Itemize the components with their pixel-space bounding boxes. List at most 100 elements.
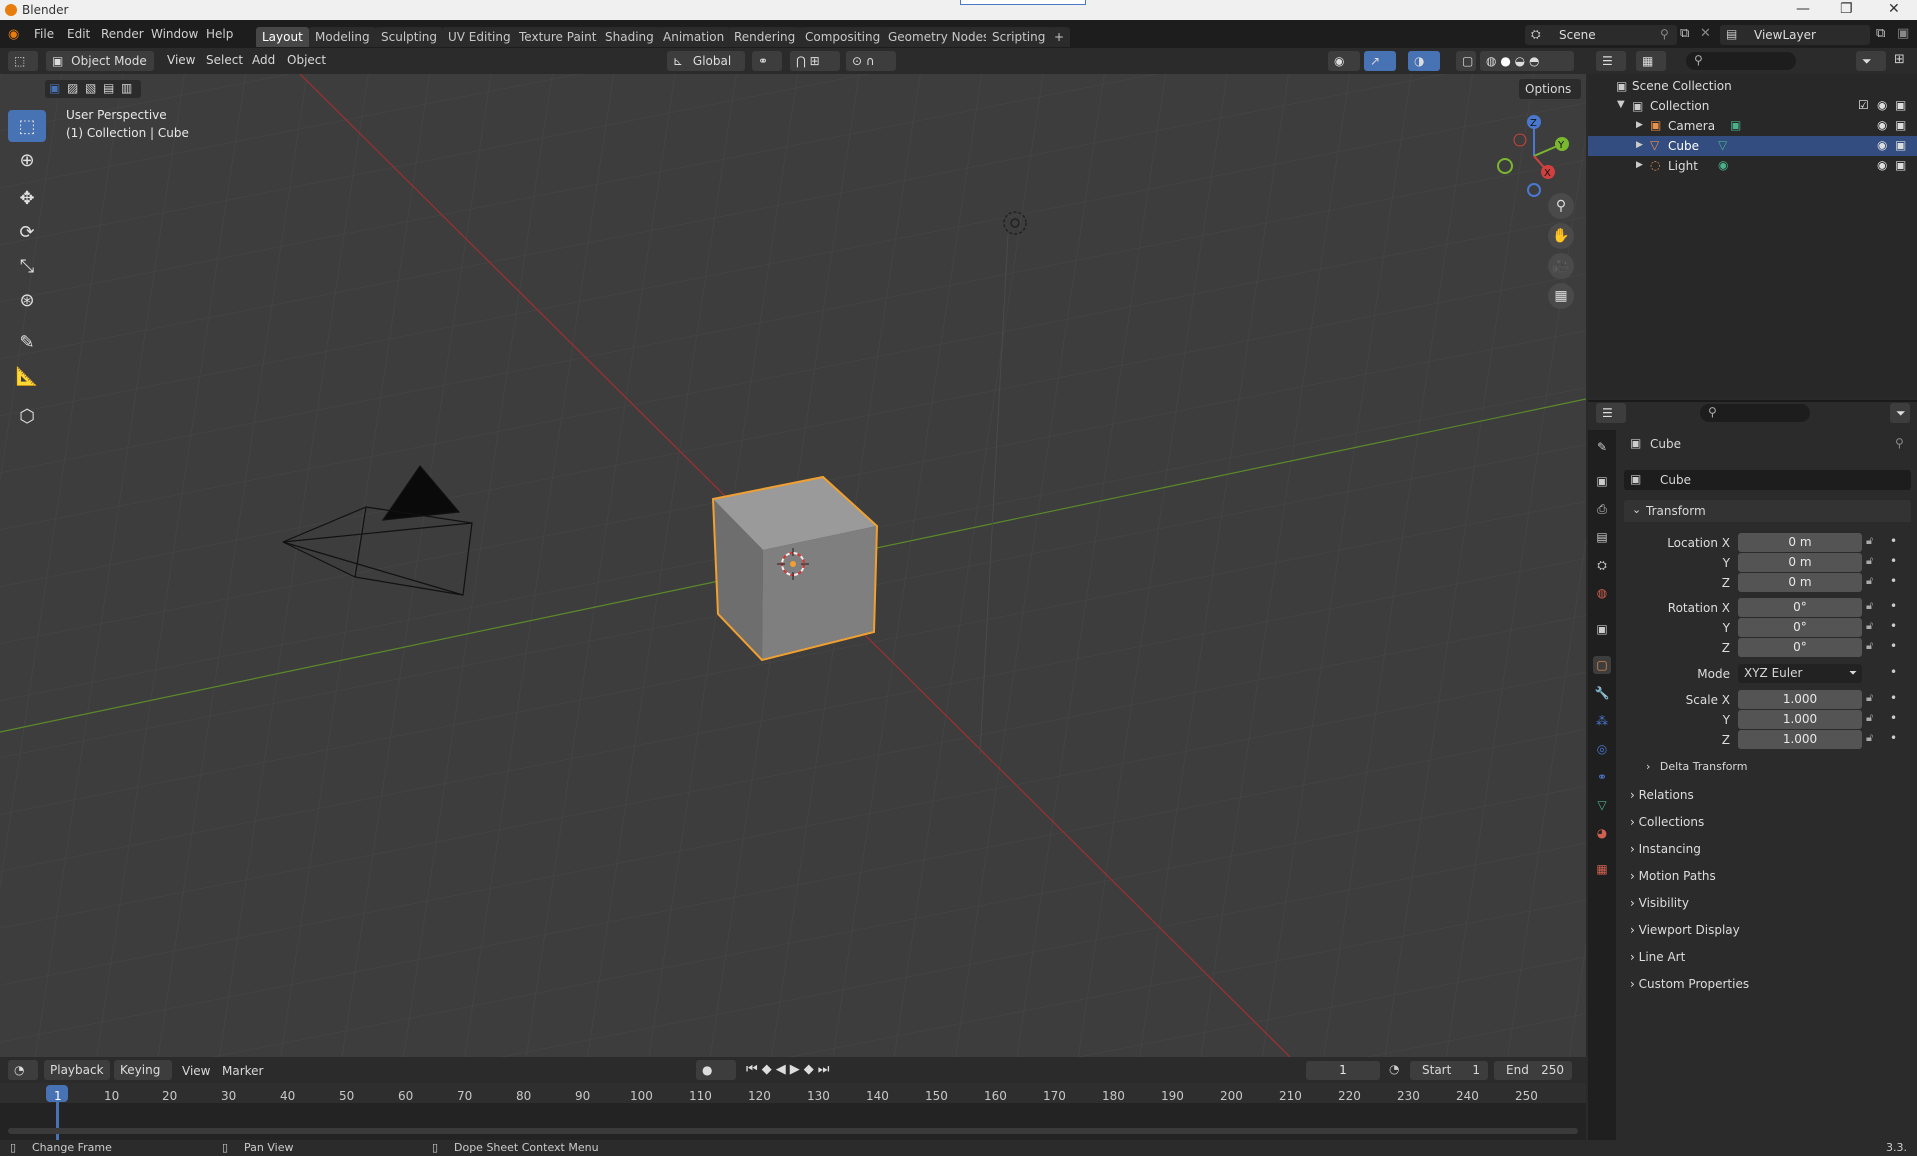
- rotate-tool[interactable]: ⟳: [8, 216, 46, 248]
- select-new-icon[interactable]: ▣: [49, 81, 60, 95]
- close-window-button[interactable]: ✕: [1888, 1, 1900, 17]
- expand-arrow-icon[interactable]: ▶: [1636, 160, 1643, 170]
- delta-transform-subpanel[interactable]: › Delta Transform: [1646, 760, 1747, 773]
- measure-tool[interactable]: 📐: [8, 360, 46, 392]
- keyframe-dot-icon[interactable]: •: [1890, 711, 1897, 725]
- tab-rendering[interactable]: Rendering: [728, 27, 802, 47]
- menu-window[interactable]: Window: [151, 27, 198, 41]
- eye-icon[interactable]: ◉: [1877, 98, 1887, 112]
- wireframe-shading-icon[interactable]: ◍: [1486, 54, 1496, 68]
- eye-icon[interactable]: ◉: [1877, 158, 1887, 172]
- scale-x-field[interactable]: 1.000: [1738, 690, 1862, 709]
- rotation-y-field[interactable]: 0°: [1738, 618, 1862, 637]
- location-x-field[interactable]: 0 m: [1738, 533, 1862, 552]
- options-button[interactable]: Options: [1519, 79, 1581, 99]
- cube-object[interactable]: [711, 475, 879, 662]
- mesh-data-icon[interactable]: ▽: [1718, 138, 1727, 152]
- tab-sculpting[interactable]: Sculpting: [375, 27, 444, 47]
- delete-view-layer-icon[interactable]: ▣: [1897, 26, 1909, 41]
- lock-rotation-x-icon[interactable]: 🔓︎: [1866, 599, 1873, 613]
- render-tab-icon[interactable]: ▣: [1593, 472, 1611, 490]
- eye-icon[interactable]: ◉: [1877, 138, 1887, 152]
- shading-buttons[interactable]: ◍ ● ◒ ◓: [1480, 51, 1574, 71]
- visibility-section[interactable]: › Visibility: [1630, 896, 1689, 910]
- current-frame-field[interactable]: 1: [1306, 1061, 1380, 1080]
- timeline-marker-menu[interactable]: Marker: [222, 1064, 263, 1078]
- xray-toggle[interactable]: ▢: [1456, 51, 1476, 71]
- camera-view-button[interactable]: 🎥: [1548, 253, 1574, 279]
- material-tab-icon[interactable]: ◕: [1593, 824, 1611, 842]
- select-mode-buttons[interactable]: ▣ ▨ ▧ ▤ ▥: [45, 80, 141, 98]
- delete-scene-icon[interactable]: ✕: [1700, 26, 1711, 41]
- tab-animation[interactable]: Animation: [657, 27, 731, 47]
- keyframe-dot-icon[interactable]: •: [1890, 554, 1897, 568]
- material-shading-icon[interactable]: ◒: [1515, 54, 1525, 68]
- rendered-shading-icon[interactable]: ◓: [1529, 54, 1539, 68]
- rotation-mode-dropdown[interactable]: XYZ Euler ⏷: [1738, 664, 1862, 683]
- location-z-field[interactable]: 0 m: [1738, 573, 1862, 592]
- lock-scale-x-icon[interactable]: 🔓︎: [1866, 691, 1873, 705]
- location-y-field[interactable]: 0 m: [1738, 553, 1862, 572]
- physics-tab-icon[interactable]: ◎: [1593, 740, 1611, 758]
- keyframe-dot-icon[interactable]: •: [1890, 619, 1897, 633]
- object-tab-icon[interactable]: ▢: [1593, 656, 1611, 674]
- keyframe-dot-icon[interactable]: •: [1890, 691, 1897, 705]
- viewport-menu-view[interactable]: View: [167, 53, 195, 67]
- pivot-point-button[interactable]: ⚭: [752, 51, 782, 71]
- world-tab-icon[interactable]: ◍: [1593, 584, 1611, 602]
- viewport-menu-select[interactable]: Select: [206, 53, 243, 67]
- keyframe-dot-icon[interactable]: •: [1890, 639, 1897, 653]
- new-scene-icon[interactable]: ⧉: [1680, 26, 1689, 41]
- annotate-tool[interactable]: ✎: [8, 326, 46, 358]
- menu-file[interactable]: File: [34, 27, 54, 41]
- end-frame-field[interactable]: End 250: [1494, 1061, 1572, 1080]
- timeline-editor-type[interactable]: ◔: [8, 1060, 38, 1080]
- keying-menu[interactable]: Keying: [114, 1060, 172, 1080]
- editor-type-button[interactable]: ⬚: [8, 51, 38, 71]
- viewport-display-section[interactable]: › Viewport Display: [1630, 923, 1740, 937]
- title-search-box[interactable]: [960, 0, 1086, 5]
- expand-arrow-icon[interactable]: ▶: [1636, 120, 1643, 130]
- keyframe-dot-icon[interactable]: •: [1890, 574, 1897, 588]
- lock-location-x-icon[interactable]: 🔓︎: [1866, 534, 1873, 548]
- properties-search-input[interactable]: ⚲: [1700, 404, 1810, 422]
- outliner-item-light[interactable]: ▶ ◌ Light ◉ ◉ ▣: [1588, 156, 1917, 176]
- relations-section[interactable]: › Relations: [1630, 788, 1694, 802]
- snap-button[interactable]: ⋂ ⊞: [790, 51, 840, 71]
- tab-modeling[interactable]: Modeling: [309, 27, 376, 47]
- viewport-menu-object[interactable]: Object: [287, 53, 326, 67]
- outliner-editor-type[interactable]: ☰: [1596, 51, 1626, 71]
- lock-scale-y-icon[interactable]: 🔓︎: [1866, 711, 1873, 725]
- modifier-tab-icon[interactable]: 🔧: [1593, 684, 1611, 702]
- timeline-scrollbar[interactable]: [8, 1128, 1578, 1134]
- properties-options-button[interactable]: ⏷: [1890, 403, 1910, 423]
- keyframe-dot-icon[interactable]: •: [1890, 599, 1897, 613]
- lock-location-z-icon[interactable]: 🔓︎: [1866, 574, 1873, 588]
- viewport-menu-add[interactable]: Add: [252, 53, 275, 67]
- auto-keying-button[interactable]: ●: [696, 1060, 736, 1080]
- render-camera-icon[interactable]: ▣: [1895, 98, 1906, 112]
- play-icon[interactable]: ▶: [790, 1062, 804, 1077]
- select-invert-icon[interactable]: ▤: [103, 81, 114, 95]
- instancing-section[interactable]: › Instancing: [1630, 842, 1701, 856]
- cursor-tool[interactable]: ⊕: [8, 144, 46, 176]
- output-tab-icon[interactable]: ⎙: [1593, 500, 1611, 518]
- maximize-button[interactable]: ❐: [1840, 1, 1853, 17]
- transform-orientation-dropdown[interactable]: ⊾ Global: [667, 51, 745, 71]
- pin-icon[interactable]: ⚲: [1660, 27, 1669, 41]
- custom-properties-section[interactable]: › Custom Properties: [1630, 977, 1749, 991]
- display-mode-button[interactable]: ▦: [1636, 51, 1666, 71]
- collection-tab-icon[interactable]: ▣: [1593, 620, 1611, 638]
- outliner-collection[interactable]: ▼ ▣ Collection ☑ ◉ ▣: [1588, 96, 1917, 116]
- menu-help[interactable]: Help: [206, 27, 233, 41]
- tab-compositing[interactable]: Compositing: [799, 27, 887, 47]
- particles-tab-icon[interactable]: ⁂: [1593, 712, 1611, 730]
- select-intersect-icon[interactable]: ▥: [121, 81, 132, 95]
- proportional-edit-button[interactable]: ⊙ ∩: [846, 51, 896, 71]
- properties-editor-type[interactable]: ☰: [1596, 403, 1626, 423]
- tab-scripting[interactable]: Scripting: [986, 27, 1052, 47]
- keyframe-dot-icon[interactable]: •: [1890, 534, 1897, 548]
- rotation-x-field[interactable]: 0°: [1738, 598, 1862, 617]
- overlay-toggle[interactable]: ◑: [1408, 51, 1440, 71]
- texture-tab-icon[interactable]: ▦: [1593, 860, 1611, 878]
